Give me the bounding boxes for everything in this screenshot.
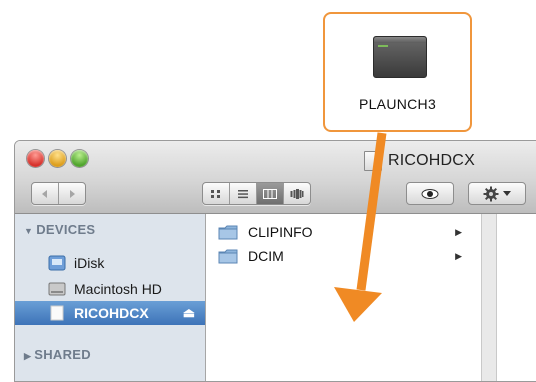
drag-arrow xyxy=(334,132,387,322)
arrow-head xyxy=(334,287,382,322)
arrow-shaft xyxy=(356,132,387,291)
